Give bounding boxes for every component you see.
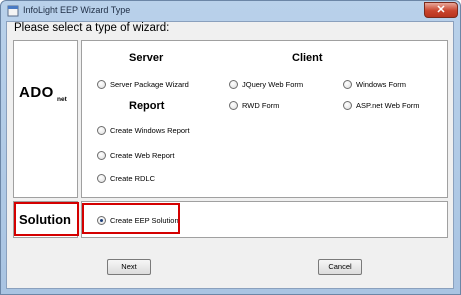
radio-button[interactable] bbox=[97, 174, 106, 183]
radio-button[interactable] bbox=[229, 80, 238, 89]
radio-button[interactable] bbox=[343, 101, 352, 110]
radio-button[interactable] bbox=[229, 101, 238, 110]
window-title: InfoLight EEP Wizard Type bbox=[23, 5, 131, 15]
highlight-box-solution-option bbox=[82, 203, 180, 234]
radio-label[interactable]: JQuery Web Form bbox=[242, 80, 303, 89]
title-bar[interactable]: InfoLight EEP Wizard Type ✕ bbox=[1, 1, 460, 22]
app-icon bbox=[7, 5, 19, 17]
radio-label[interactable]: Create RDLC bbox=[110, 174, 155, 183]
highlight-box-solution-label bbox=[14, 202, 79, 236]
close-button[interactable]: ✕ bbox=[424, 2, 458, 18]
radio-label[interactable]: Create Windows Report bbox=[110, 126, 190, 135]
radio-label[interactable]: ASP.net Web Form bbox=[356, 101, 420, 110]
ado-logo-text: ADO bbox=[19, 84, 54, 101]
server-group-heading: Server bbox=[129, 52, 164, 64]
radio-label[interactable]: Windows Form bbox=[356, 80, 406, 89]
radio-label[interactable]: RWD Form bbox=[242, 101, 279, 110]
radio-button[interactable] bbox=[343, 80, 352, 89]
ado-category-panel bbox=[13, 40, 78, 198]
report-group-heading: Report bbox=[129, 100, 165, 112]
prompt-text: Please select a type of wizard: bbox=[14, 22, 170, 34]
ado-logo-sub: net bbox=[57, 96, 67, 103]
next-button[interactable]: Next bbox=[107, 259, 151, 275]
close-icon: ✕ bbox=[436, 4, 446, 16]
radio-button[interactable] bbox=[97, 80, 106, 89]
radio-button[interactable] bbox=[97, 151, 106, 160]
radio-button[interactable] bbox=[97, 126, 106, 135]
client-group-heading: Client bbox=[292, 52, 323, 64]
radio-label[interactable]: Create Web Report bbox=[110, 151, 174, 160]
cancel-button[interactable]: Cancel bbox=[318, 259, 362, 275]
radio-label[interactable]: Server Package Wizard bbox=[110, 80, 189, 89]
